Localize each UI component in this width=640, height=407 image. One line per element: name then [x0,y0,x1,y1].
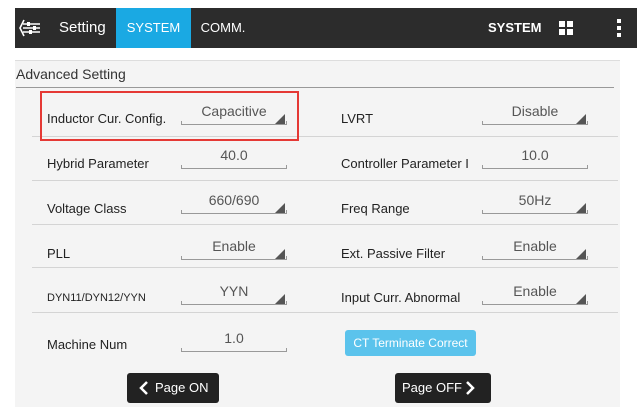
hybrid-parameter-label: Hybrid Parameter [47,156,149,171]
dropdown-arrow-icon [576,294,586,304]
ct-terminate-correct-button[interactable]: CT Terminate Correct [345,330,476,356]
controller-parameter-label: Controller Parameter I [341,156,469,171]
dropdown-arrow-icon [576,114,586,124]
tab-system[interactable]: SYSTEM [116,8,191,48]
freq-range-label: Freq Range [341,201,410,216]
lvrt-select[interactable]: Disable [482,101,588,127]
input-curr-abnormal-label: Input Curr. Abnormal [341,290,461,305]
dropdown-arrow-icon [576,203,586,213]
chevron-left-icon [139,381,148,395]
passive-filter-label: Ext. Passive Filter [341,246,446,261]
grid-icon[interactable] [559,21,573,35]
page-off-button[interactable]: Page OFF [395,373,491,403]
tab-comm[interactable]: COMM. [198,8,248,48]
page-on-label: Page ON [155,380,209,395]
chevron-right-icon [466,381,475,395]
pll-label: PLL [47,246,71,261]
freq-range-select[interactable]: 50Hz [482,190,588,216]
passive-filter-select[interactable]: Enable [482,236,588,262]
row-divider [32,224,618,225]
system-label: SYSTEM [488,20,542,35]
dropdown-arrow-icon [275,203,285,213]
row-divider [32,180,618,181]
machine-num-label: Machine Num [47,337,128,352]
hybrid-parameter-input[interactable]: 40.0 [181,145,287,171]
highlight-box [40,91,299,141]
controller-parameter-input[interactable]: 10.0 [482,145,588,171]
dyn-select[interactable]: YYN [181,281,287,307]
section-divider [16,87,614,88]
voltage-class-label: Voltage Class [47,201,127,216]
machine-num-input[interactable]: 1.0 [181,328,287,354]
row-divider [32,267,618,268]
back-icon[interactable] [19,17,41,39]
page-off-label: Page OFF [402,380,462,395]
dropdown-arrow-icon [275,294,285,304]
lvrt-label: LVRT [341,111,374,126]
top-bar: Setting SYSTEM COMM. SYSTEM [15,8,637,48]
input-curr-abnormal-select[interactable]: Enable [482,281,588,307]
pll-select[interactable]: Enable [181,236,287,262]
more-vertical-icon[interactable] [617,19,621,38]
row-divider [32,312,618,313]
section-title: Advanced Setting [16,66,126,82]
dyn-label: DYN11/DYN12/YYN [47,292,146,304]
voltage-class-select[interactable]: 660/690 [181,190,287,216]
page-on-button[interactable]: Page ON [127,373,219,403]
page-title: Setting [59,19,106,36]
dropdown-arrow-icon [576,249,586,259]
dropdown-arrow-icon [275,249,285,259]
